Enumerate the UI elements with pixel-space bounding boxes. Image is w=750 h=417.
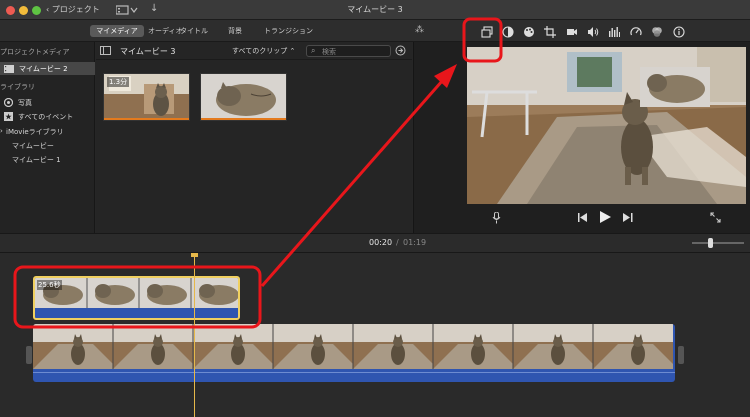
cat-lying-image (201, 74, 286, 120)
star-events-icon (4, 112, 13, 121)
color-balance-icon[interactable] (502, 26, 514, 38)
clip-filter-label: すべてのクリップ (232, 47, 288, 55)
tab-transitions[interactable]: トランジション (264, 25, 313, 37)
media-clip-thumbnail-2[interactable] (200, 73, 287, 121)
tab-backgrounds[interactable]: 背景 (228, 25, 242, 37)
project-media-header: プロジェクトメディア (0, 48, 70, 56)
window-title: マイムービー 3 (347, 5, 403, 14)
noise-reduction-equalizer-icon[interactable] (608, 26, 620, 38)
sidebar-toggle-icon[interactable] (100, 46, 111, 55)
sidebar-item-project[interactable]: マイムービー 2 (19, 64, 68, 74)
play-icon[interactable] (600, 211, 611, 223)
overlay-clip-filmstrip (35, 278, 238, 308)
total-time: 01:19 (403, 238, 427, 247)
sidebar-item-movie-1[interactable]: マイムービー 1 (12, 155, 61, 165)
speed-gauge-icon[interactable] (630, 26, 642, 38)
clip-trim-handle-right[interactable] (678, 346, 684, 364)
disclosure-triangle-icon[interactable]: › (0, 127, 3, 135)
video-overlay-settings-icon[interactable] (481, 26, 493, 38)
tab-my-media[interactable]: マイメディア (90, 25, 144, 37)
time-separator: / (396, 238, 399, 247)
current-time: 00:20 (369, 238, 393, 247)
zoom-slider[interactable] (692, 242, 744, 244)
video-preview[interactable] (467, 47, 746, 204)
volume-icon[interactable] (587, 26, 599, 38)
cat-video-preview-image (467, 47, 746, 204)
magic-wand-icon[interactable]: ⁂ (415, 25, 424, 35)
sidebar-item-imovie-library[interactable]: iMovieライブラリ (6, 127, 64, 137)
sidebar-item-movie[interactable]: マイムービー (12, 141, 54, 151)
clip-duration-badge: 1.3分 (107, 77, 130, 87)
main-clip-filmstrip (33, 324, 673, 369)
photos-icon (4, 98, 13, 107)
browser-title: マイムービー 3 (120, 47, 176, 56)
clip-filter-dropdown[interactable]: すべてのクリップ ⌃ (232, 46, 295, 56)
stabilization-camera-icon[interactable] (566, 26, 578, 38)
color-correction-palette-icon[interactable] (523, 26, 535, 38)
tab-titles[interactable]: タイトル (180, 25, 208, 37)
search-field[interactable]: ⌕ 検索 (306, 45, 391, 57)
media-browser (96, 42, 412, 233)
browser-settings-icon[interactable] (395, 45, 406, 56)
search-placeholder: 検索 (322, 48, 336, 56)
clip-info-icon[interactable] (673, 26, 685, 38)
voiceover-microphone-icon[interactable] (492, 212, 501, 224)
sidebar-item-photos[interactable]: 写真 (18, 98, 32, 108)
playhead-top-marker[interactable] (191, 253, 198, 257)
playhead[interactable] (194, 253, 195, 417)
clip-filter-icon[interactable] (651, 26, 663, 38)
fullscreen-icon[interactable] (710, 212, 721, 223)
skip-back-icon[interactable] (578, 213, 588, 222)
audio-waveform-line (33, 372, 675, 373)
crop-icon[interactable] (544, 26, 556, 38)
media-clip-thumbnail-1[interactable]: 1.3分 (103, 73, 190, 121)
tab-audio[interactable]: オーディオ (148, 25, 183, 37)
zoom-slider-knob[interactable] (708, 238, 713, 248)
overlay-clip[interactable]: 25.6秒 (33, 276, 240, 320)
sidebar-item-all-events[interactable]: すべてのイベント (18, 112, 73, 122)
skip-forward-icon[interactable] (623, 213, 633, 222)
search-icon: ⌕ (311, 46, 316, 55)
film-icon (4, 65, 14, 73)
library-header: ライブラリ (0, 83, 35, 91)
overlay-clip-duration: 25.6秒 (37, 280, 62, 290)
main-video-clip[interactable] (33, 324, 675, 382)
clip-trim-handle-left[interactable] (26, 346, 32, 364)
